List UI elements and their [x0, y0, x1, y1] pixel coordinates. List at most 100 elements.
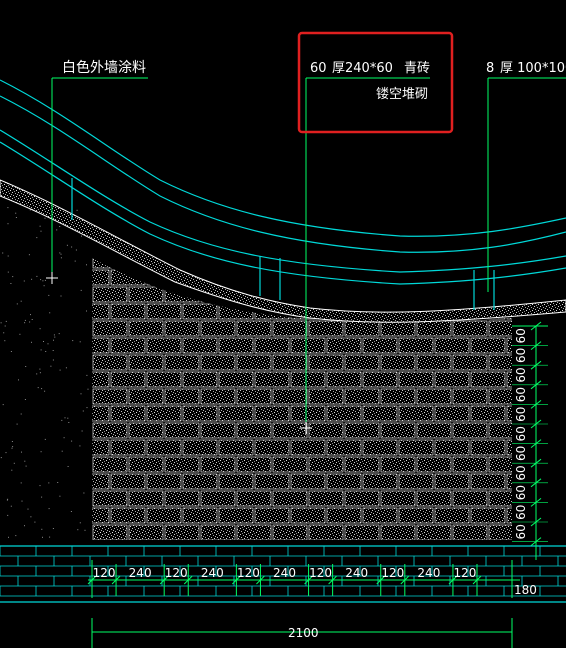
brick	[146, 405, 182, 422]
brick	[362, 439, 398, 456]
brick	[344, 258, 380, 269]
brick	[128, 524, 164, 540]
brick	[434, 405, 470, 422]
brick-method-label: 镂空堆砌	[376, 87, 428, 102]
brick	[380, 524, 416, 540]
brick	[110, 371, 146, 388]
brick	[164, 456, 200, 473]
brick	[128, 286, 164, 303]
brick	[236, 422, 272, 439]
coping-band	[0, 179, 566, 323]
brick-wall	[92, 258, 512, 540]
brick	[362, 405, 398, 422]
brick	[326, 269, 362, 286]
brick	[272, 388, 308, 405]
brick	[218, 405, 254, 422]
brick	[218, 439, 254, 456]
brick	[362, 337, 398, 354]
brick	[182, 473, 218, 490]
brick-type-label: 青砖	[404, 61, 430, 76]
brick	[308, 422, 344, 439]
brick	[380, 258, 416, 269]
brick	[452, 422, 488, 439]
brick	[200, 524, 236, 540]
brick	[326, 405, 362, 422]
brick	[128, 422, 164, 439]
brick	[290, 405, 326, 422]
brick	[146, 507, 182, 524]
brick	[110, 303, 146, 320]
brick	[92, 524, 128, 540]
brick	[254, 507, 290, 524]
brick	[128, 490, 164, 507]
brick	[398, 405, 434, 422]
brick	[146, 439, 182, 456]
right-dim-labels: 60 60 60 60 60 60 60 60 60 60 60	[514, 328, 528, 539]
brick	[308, 524, 344, 540]
brick	[416, 388, 452, 405]
brick	[92, 337, 110, 354]
brick	[290, 507, 326, 524]
brick	[182, 371, 218, 388]
brick	[110, 405, 146, 422]
brick	[200, 388, 236, 405]
brick	[452, 456, 488, 473]
brick	[254, 371, 290, 388]
brick	[308, 286, 344, 303]
brick	[92, 507, 110, 524]
brick	[434, 473, 470, 490]
brick	[416, 320, 452, 337]
brick	[92, 439, 110, 456]
brick	[200, 490, 236, 507]
brick	[92, 456, 128, 473]
brick	[218, 473, 254, 490]
brick	[146, 303, 182, 320]
segment-width-label: 120	[381, 566, 404, 580]
brick	[254, 405, 290, 422]
brick	[182, 303, 218, 320]
brick	[290, 439, 326, 456]
segment-width-label: 120	[93, 566, 116, 580]
brick	[92, 320, 128, 337]
brick	[398, 473, 434, 490]
brick	[92, 490, 128, 507]
brick	[326, 337, 362, 354]
brick	[92, 303, 110, 320]
brick	[110, 439, 146, 456]
wall-paint-label: 白色外墙涂料	[62, 59, 146, 76]
brick	[254, 337, 290, 354]
brick	[416, 422, 452, 439]
brick	[452, 286, 488, 303]
brick	[272, 286, 308, 303]
brick	[326, 371, 362, 388]
brick	[110, 269, 146, 286]
brick	[344, 456, 380, 473]
segment-width-label: 240	[129, 566, 152, 580]
brick	[164, 490, 200, 507]
course-height-label: 60	[514, 465, 528, 480]
brick	[380, 320, 416, 337]
segment-width-label: 240	[273, 566, 296, 580]
brick	[434, 337, 470, 354]
brick	[182, 439, 218, 456]
brick	[200, 320, 236, 337]
right-thickness-label: 8	[486, 61, 494, 76]
brick	[236, 456, 272, 473]
highlight-box	[297, 31, 454, 134]
brick	[164, 286, 200, 303]
brick	[182, 507, 218, 524]
brick	[92, 405, 110, 422]
brick	[128, 354, 164, 371]
segment-width-label: 240	[417, 566, 440, 580]
brick	[452, 258, 488, 269]
course-height-label: 60	[514, 367, 528, 382]
brick	[236, 524, 272, 540]
brick	[200, 354, 236, 371]
course-height-label: 60	[514, 387, 528, 402]
brick	[182, 405, 218, 422]
brick	[110, 337, 146, 354]
segment-width-label: 120	[237, 566, 260, 580]
brick	[416, 490, 452, 507]
brick	[398, 439, 434, 456]
brick	[254, 439, 290, 456]
